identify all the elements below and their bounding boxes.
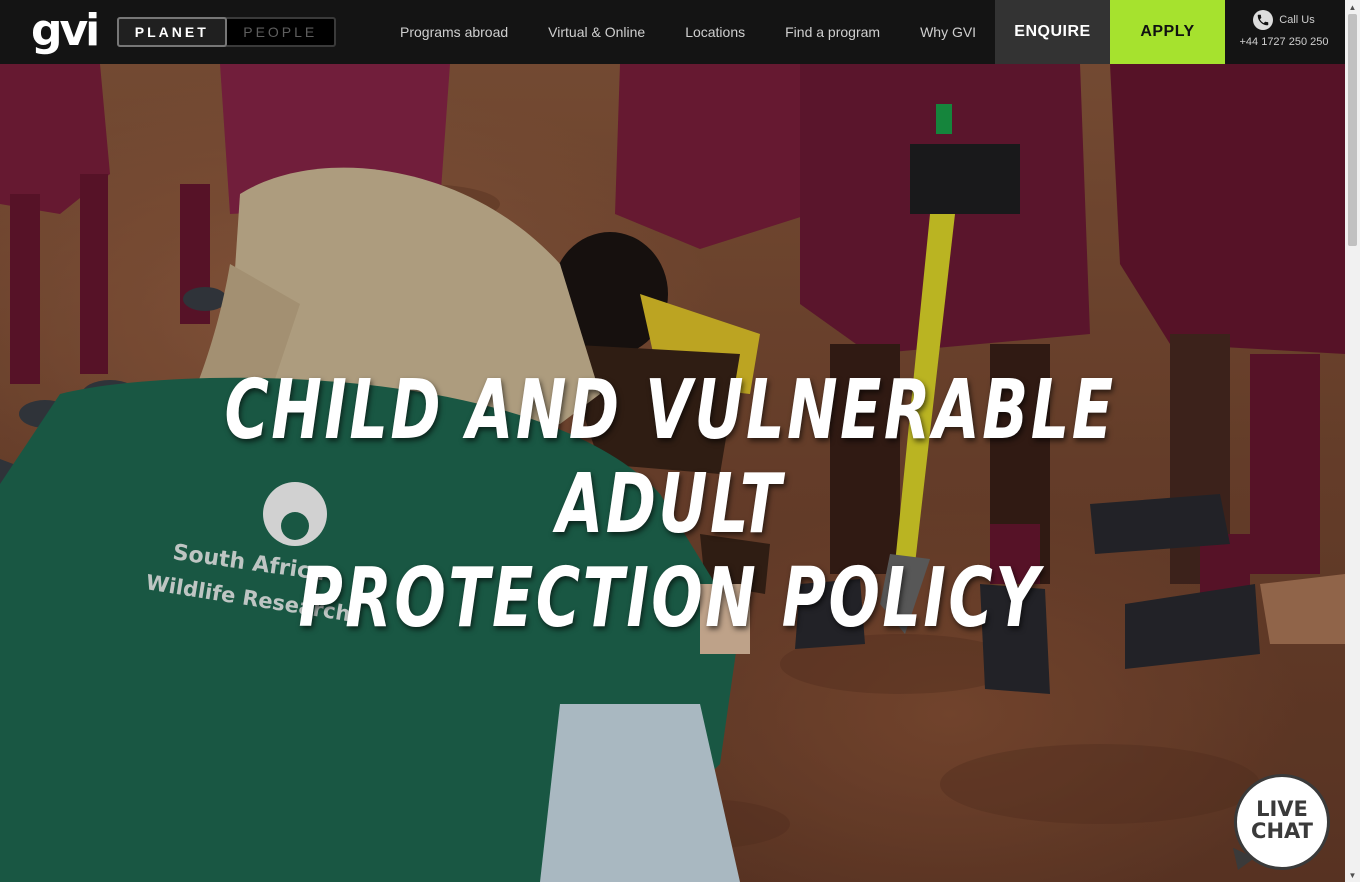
call-us-number: +44 1727 250 250 [1239,36,1329,48]
apply-button[interactable]: APPLY [1110,0,1225,64]
main-nav: Programs abroad Virtual & Online Locatio… [380,0,996,64]
call-us-label: Call Us [1279,14,1315,26]
live-chat-label: LIVE CHAT [1251,797,1313,843]
call-us-link[interactable]: Call Us +44 1727 250 250 [1232,10,1336,56]
scroll-thumb[interactable] [1348,14,1357,246]
scroll-up-arrow-icon[interactable]: ▲ [1345,0,1360,14]
nav-why-gvi[interactable]: Why GVI [900,0,996,64]
toggle-people[interactable]: PEOPLE [227,19,335,45]
enquire-button[interactable]: ENQUIRE [995,0,1110,64]
page-scrollbar[interactable]: ▲ ▼ [1345,0,1360,882]
page-title-line2: PROTECTION POLICY [298,551,1042,646]
toggle-planet[interactable]: PLANET [117,17,227,47]
nav-find-a-program[interactable]: Find a program [765,0,900,64]
planet-people-toggle: PLANET PEOPLE [117,17,336,47]
page-title-line1: CHILD AND VULNERABLE ADULT [224,363,1116,552]
hero-banner: South Africa Wildlife Research CHILD AND… [0,64,1345,882]
gvi-logo[interactable]: gvi [31,6,100,56]
nav-locations[interactable]: Locations [665,0,765,64]
phone-icon [1253,10,1274,30]
site-header: gvi PLANET PEOPLE Programs abroad Virtua… [0,0,1345,64]
nav-programs-abroad[interactable]: Programs abroad [380,0,528,64]
page-title: CHILD AND VULNERABLE ADULT PROTECTION PO… [219,364,1121,646]
nav-virtual-online[interactable]: Virtual & Online [528,0,665,64]
live-chat-button[interactable]: LIVE CHAT [1225,774,1332,875]
scroll-down-arrow-icon[interactable]: ▼ [1345,868,1360,882]
